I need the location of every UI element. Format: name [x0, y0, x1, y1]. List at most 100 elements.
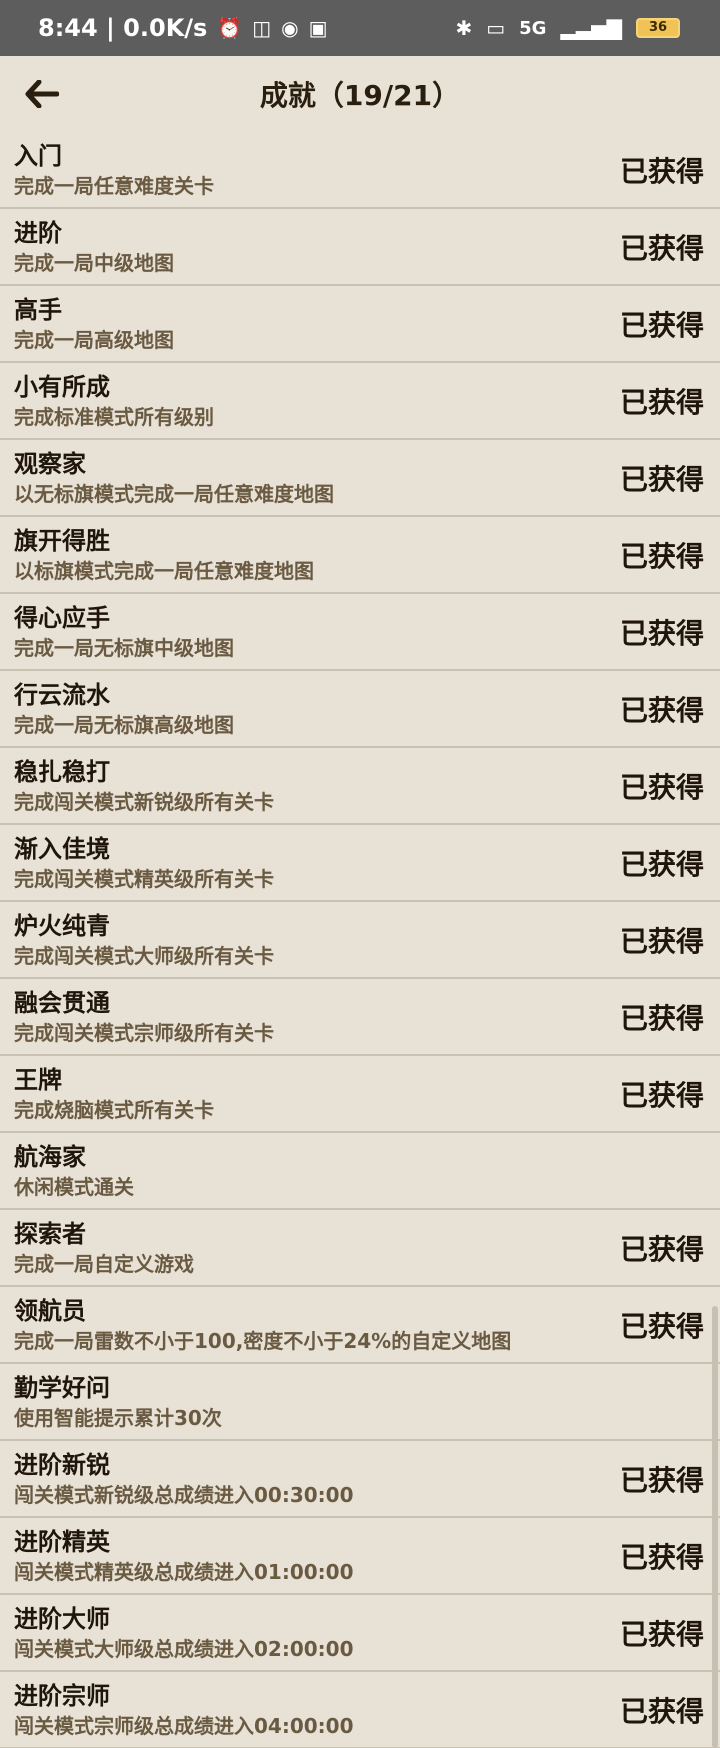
achievement-desc: 完成标准模式所有级别	[14, 404, 214, 429]
achievement-row[interactable]: 进阶新锐 闯关模式新锐级总成绩进入00:30:00 已获得	[0, 1441, 720, 1518]
achievement-name: 航海家	[14, 1142, 86, 1171]
achievement-name: 小有所成	[14, 372, 110, 401]
achievement-desc: 完成一局任意难度关卡	[14, 173, 214, 198]
achievement-text: 入门完成一局任意难度关卡	[14, 140, 214, 200]
achievement-name: 行云流水	[14, 680, 110, 709]
achievement-row[interactable]: 进阶大师 闯关模式大师级总成绩进入02:00:00 已获得	[0, 1595, 720, 1672]
achievement-status: 已获得	[619, 462, 704, 496]
achievement-row[interactable]: 稳扎稳打完成闯关模式新锐级所有关卡 已获得	[0, 748, 720, 825]
app-notification-icon: ▣	[308, 16, 328, 40]
achievement-name: 观察家	[14, 449, 86, 478]
scrollbar[interactable]	[712, 1306, 718, 1748]
achievement-row[interactable]: 探索者完成一局自定义游戏 已获得	[0, 1210, 720, 1287]
achievement-row[interactable]: 观察家以无标旗模式完成一局任意难度地图 已获得	[0, 440, 720, 517]
achievement-name: 进阶精英	[14, 1527, 110, 1556]
achievement-text: 勤学好问使用智能提示累计30次	[14, 1372, 222, 1432]
achievement-row[interactable]: 领航员完成一局雷数不小于100,密度不小于24%的自定义地图 已获得	[0, 1287, 720, 1364]
achievement-text: 行云流水完成一局无标旗高级地图	[14, 679, 234, 739]
achievement-desc: 完成闯关模式新锐级所有关卡	[14, 789, 274, 814]
achievement-name: 入门	[14, 141, 62, 170]
achievement-text: 进阶宗师闯关模式宗师级总成绩进入04:00:00	[14, 1680, 354, 1740]
achievement-desc: 完成一局无标旗高级地图	[14, 712, 234, 737]
achievement-status: 已获得	[619, 1232, 704, 1266]
achievement-status: 已获得	[619, 1078, 704, 1112]
achievement-text: 进阶新锐闯关模式新锐级总成绩进入00:30:00	[14, 1449, 354, 1509]
achievement-text: 小有所成完成标准模式所有级别	[14, 371, 214, 431]
hd-icon: ▭	[486, 16, 506, 40]
achievement-name: 高手	[14, 295, 62, 324]
achievement-desc: 完成闯关模式大师级所有关卡	[14, 943, 274, 968]
alarm-icon: ⏰	[217, 16, 243, 40]
achievement-text: 渐入佳境 完成闯关模式精英级所有关卡	[14, 833, 274, 893]
achievement-row[interactable]: 炉火纯青完成闯关模式大师级所有关卡 已获得	[0, 902, 720, 979]
achievement-name: 勤学好问	[14, 1373, 110, 1402]
achievement-status: 已获得	[619, 1309, 704, 1343]
achievement-name: 领航员	[14, 1296, 86, 1325]
signal-label: 5G	[519, 17, 547, 39]
achievement-row[interactable]: 进阶宗师 闯关模式宗师级总成绩进入04:00:00 已获得	[0, 1672, 720, 1748]
achievement-row[interactable]: 渐入佳境 完成闯关模式精英级所有关卡 已获得	[0, 825, 720, 902]
achievement-desc: 完成一局无标旗中级地图	[14, 635, 234, 660]
achievement-status: 已获得	[619, 231, 704, 265]
achievement-text: 旗开得胜 以标旗模式完成一局任意难度地图	[14, 525, 314, 585]
achievement-name: 炉火纯青	[14, 911, 110, 940]
achievement-row[interactable]: 融会贯通 完成闯关模式宗师级所有关卡 已获得	[0, 979, 720, 1056]
achievement-list[interactable]: 入门 完成一局任意难度关卡 已获得 进阶 完成一局中级地图 已获得 高手 完成一局高级地图 已获…	[0, 132, 720, 1748]
bluetooth-icon: ✱	[455, 16, 473, 40]
achievement-desc: 闯关模式大师级总成绩进入02:00:00	[14, 1636, 354, 1661]
achievement-name: 进阶新锐	[14, 1450, 110, 1479]
back-button[interactable]	[22, 74, 62, 114]
app-bar: 成就（19/21）	[0, 56, 720, 132]
achievement-name: 旗开得胜	[14, 526, 110, 555]
achievement-desc: 以无标旗模式完成一局任意难度地图	[14, 481, 334, 506]
achievement-desc: 完成一局雷数不小于100,密度不小于24%的自定义地图	[14, 1328, 512, 1353]
achievement-status: 已获得	[619, 924, 704, 958]
hotspot-icon: ◉	[281, 16, 299, 40]
achievement-text: 探索者完成一局自定义游戏	[14, 1218, 194, 1278]
achievement-row[interactable]: 进阶完成一局中级地图 已获得	[0, 209, 720, 286]
achievement-name: 探索者	[14, 1219, 86, 1248]
achievement-desc: 闯关模式精英级总成绩进入01:00:00	[14, 1559, 354, 1584]
achievement-status: 已获得	[619, 770, 704, 804]
achievement-status: 已获得	[619, 1540, 704, 1574]
status-bar: 8:44 | 0.0K/s ⏰ ◫ ◉ ▣ ✱ ▭ 5G ▂▃▅▇ 36	[0, 0, 720, 56]
achievement-row[interactable]: 高手完成一局高级地图 已获得	[0, 286, 720, 363]
status-right: ✱ ▭ 5G ▂▃▅▇ 36	[455, 18, 680, 39]
achievement-row[interactable]: 入门 完成一局任意难度关卡 已获得	[0, 132, 720, 209]
page-title: 成就（19/21）	[259, 79, 461, 112]
achievement-status: 已获得	[619, 616, 704, 650]
achievement-row[interactable]: 勤学好问使用智能提示累计30次	[0, 1364, 720, 1441]
achievement-name: 得心应手	[14, 603, 110, 632]
achievement-text: 炉火纯青完成闯关模式大师级所有关卡	[14, 910, 274, 970]
achievement-row[interactable]: 王牌 完成烧脑模式所有关卡 已获得	[0, 1056, 720, 1133]
achievement-row[interactable]: 进阶精英闯关模式精英级总成绩进入01:00:00 已获得	[0, 1518, 720, 1595]
achievement-row[interactable]: 旗开得胜 以标旗模式完成一局任意难度地图 已获得	[0, 517, 720, 594]
achievement-desc: 完成一局高级地图	[14, 327, 174, 352]
achievement-text: 融会贯通 完成闯关模式宗师级所有关卡	[14, 987, 274, 1047]
achievement-desc: 使用智能提示累计30次	[14, 1405, 222, 1430]
achievement-name: 进阶宗师	[14, 1681, 110, 1710]
achievement-row[interactable]: 行云流水 完成一局无标旗高级地图 已获得	[0, 671, 720, 748]
achievement-text: 进阶完成一局中级地图	[14, 217, 174, 277]
achievement-status: 已获得	[619, 1001, 704, 1035]
achievement-text: 稳扎稳打完成闯关模式新锐级所有关卡	[14, 756, 274, 816]
achievement-status: 已获得	[619, 385, 704, 419]
achievement-name: 渐入佳境	[14, 834, 110, 863]
achievement-desc: 闯关模式宗师级总成绩进入04:00:00	[14, 1713, 354, 1738]
achievement-text: 领航员完成一局雷数不小于100,密度不小于24%的自定义地图	[14, 1295, 511, 1355]
achievement-text: 王牌 完成烧脑模式所有关卡	[14, 1064, 214, 1124]
achievement-desc: 完成一局自定义游戏	[14, 1251, 194, 1276]
nfc-icon: ◫	[252, 16, 272, 40]
achievement-status: 已获得	[619, 308, 704, 342]
achievement-name: 进阶	[14, 218, 62, 247]
achievement-desc: 闯关模式新锐级总成绩进入00:30:00	[14, 1482, 354, 1507]
achievement-desc: 完成一局中级地图	[14, 250, 174, 275]
achievement-row[interactable]: 得心应手完成一局无标旗中级地图 已获得	[0, 594, 720, 671]
achievement-desc: 休闲模式通关	[14, 1174, 134, 1199]
achievement-row[interactable]: 航海家 休闲模式通关	[0, 1133, 720, 1210]
achievement-name: 融会贯通	[14, 988, 110, 1017]
achievement-row[interactable]: 小有所成完成标准模式所有级别 已获得	[0, 363, 720, 440]
achievement-name: 稳扎稳打	[14, 757, 110, 786]
achievement-text: 得心应手完成一局无标旗中级地图	[14, 602, 234, 662]
achievement-text: 航海家 休闲模式通关	[14, 1141, 134, 1201]
